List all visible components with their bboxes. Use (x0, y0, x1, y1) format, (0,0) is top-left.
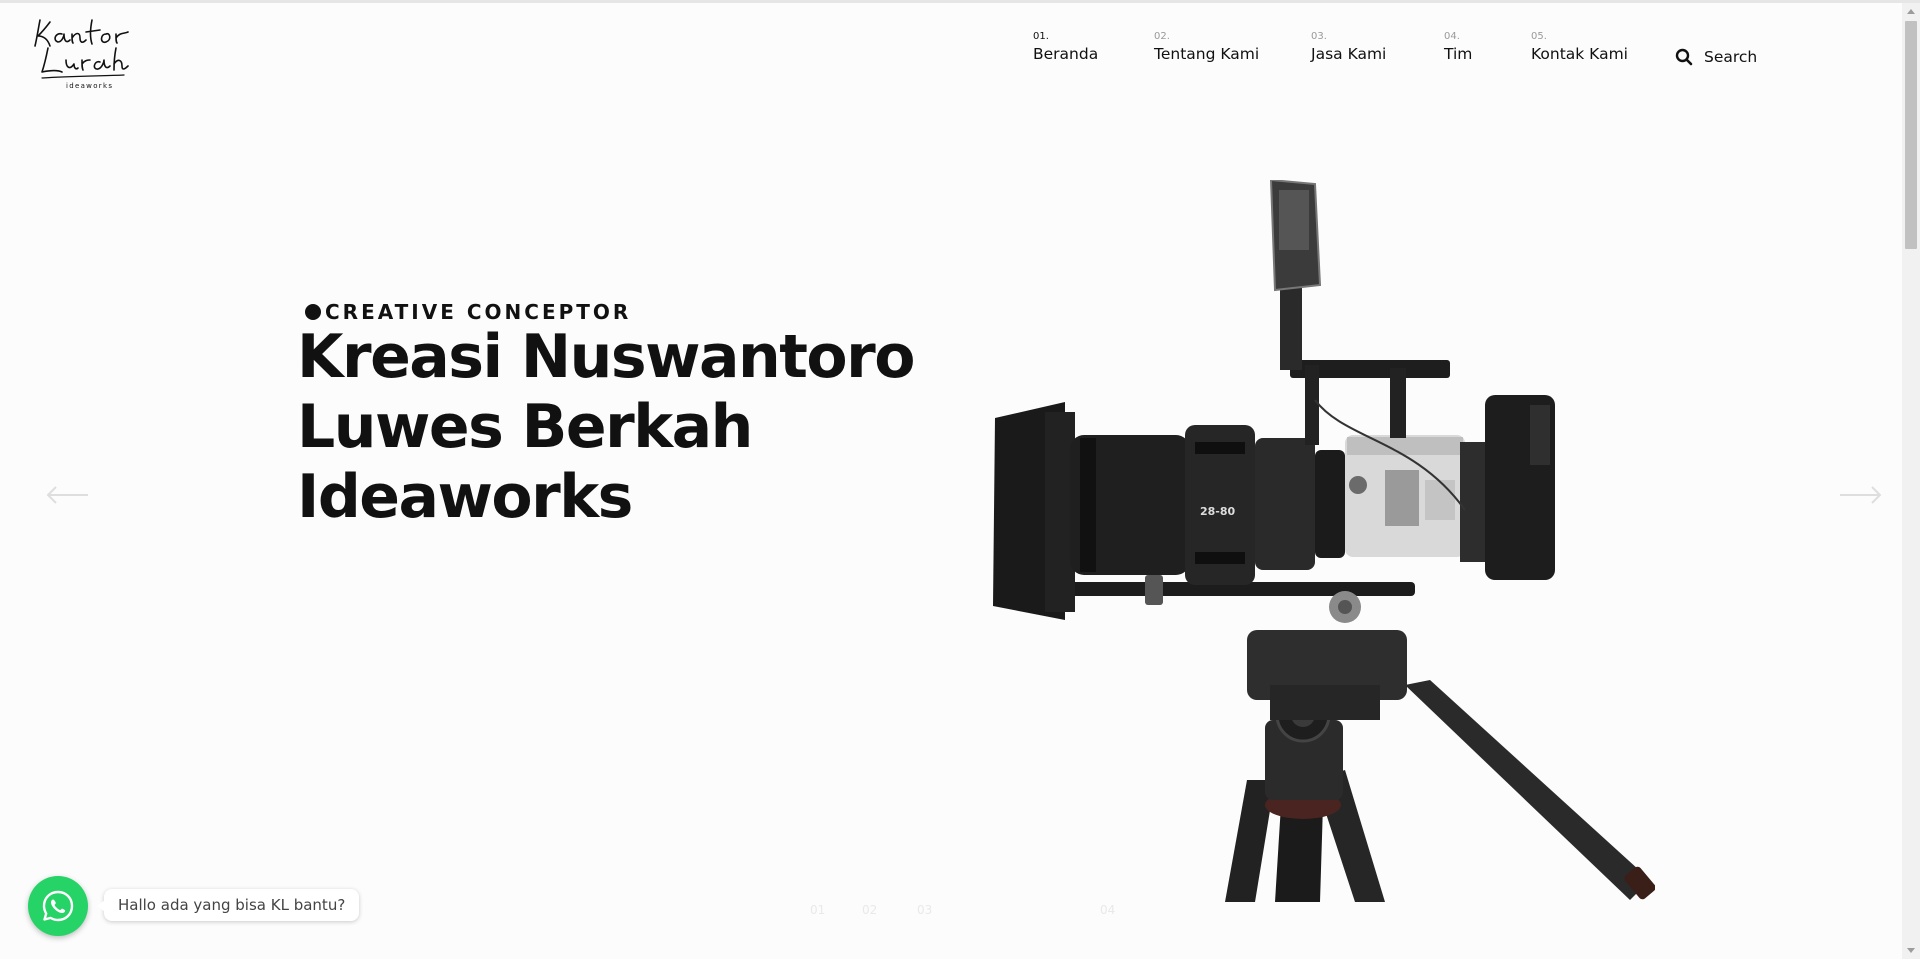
headline-line: Luwes Berkah (297, 392, 753, 462)
whatsapp-button[interactable] (28, 876, 88, 936)
slider-page[interactable]: 04 (1100, 903, 1115, 917)
slider-page[interactable]: 01 (810, 903, 825, 917)
top-border (0, 0, 1920, 3)
scroll-thumb[interactable] (1905, 21, 1917, 249)
kicker-text: CREATIVE CONCEPTOR (325, 300, 632, 324)
nav-item-label: Jasa Kami (1311, 45, 1387, 63)
search-button[interactable]: Search (1675, 48, 1757, 66)
nav-item-number: 04. (1444, 31, 1460, 42)
slider-prev-arrow-icon[interactable] (46, 485, 90, 505)
scroll-up-arrow-icon[interactable] (1907, 9, 1915, 14)
nav-item-beranda[interactable]: 01. Beranda (1033, 30, 1098, 64)
page-scrollbar[interactable] (1902, 3, 1920, 959)
search-icon (1675, 48, 1693, 66)
whatsapp-icon (42, 890, 74, 922)
whatsapp-message-bubble[interactable]: Hallo ada yang bisa KL bantu? (96, 889, 360, 921)
headline-line: Kreasi Nuswantoro (297, 322, 915, 392)
nav-item-tentang-kami[interactable]: 02. Tentang Kami (1154, 30, 1259, 64)
nav-item-number: 03. (1311, 31, 1327, 42)
nav-item-kontak-kami[interactable]: 05. Kontak Kami (1531, 30, 1628, 64)
hero-kicker: CREATIVE CONCEPTOR (305, 300, 631, 324)
nav-item-tim[interactable]: 04. Tim (1444, 30, 1472, 64)
scroll-down-arrow-icon[interactable] (1907, 948, 1915, 953)
hero-headline: Kreasi Nuswantoro Luwes Berkah Ideaworks (297, 322, 915, 532)
nav-item-number: 05. (1531, 31, 1547, 42)
nav-item-jasa-kami[interactable]: 03. Jasa Kami (1311, 30, 1386, 64)
tripod (1225, 630, 1655, 902)
headline-line: Ideaworks (297, 462, 633, 532)
hero-camera-image: 28-80 (993, 180, 1655, 902)
slider-page[interactable]: 03 (917, 903, 932, 917)
search-label: Search (1704, 48, 1758, 66)
svg-text:28-80: 28-80 (1200, 505, 1236, 518)
nav-item-label: Kontak Kami (1531, 45, 1628, 63)
site-logo[interactable]: ideaworks (32, 12, 132, 98)
nav-item-number: 02. (1154, 31, 1170, 42)
logo-subtext: ideaworks (66, 82, 114, 90)
slider-page[interactable]: 02 (862, 903, 877, 917)
kicker-dot (305, 304, 321, 320)
slider-next-arrow-icon[interactable] (1838, 485, 1882, 505)
nav-item-label: Beranda (1033, 45, 1099, 63)
nav-item-label: Tim (1444, 45, 1473, 63)
nav-item-number: 01. (1033, 31, 1049, 42)
nav-item-label: Tentang Kami (1154, 45, 1260, 63)
